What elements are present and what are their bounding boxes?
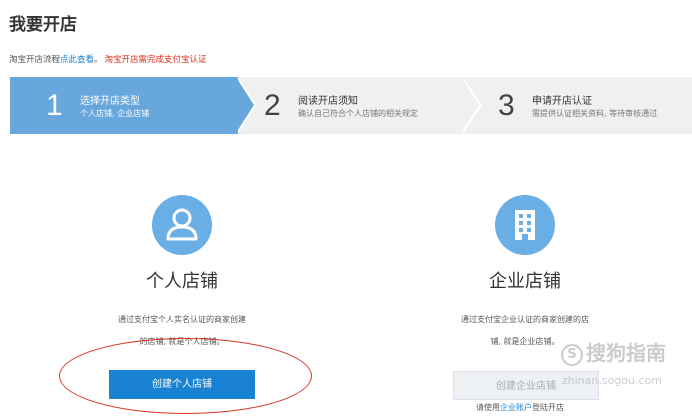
notice-suffix: 。: [94, 55, 103, 65]
step-3-desc: 需提供认证相关资料, 等待审核通过: [532, 109, 658, 118]
business-login-hint: 请使用企业账户登陆开店: [476, 402, 564, 413]
user-icon: [152, 195, 212, 255]
business-desc-line1: 通过支付宝企业认证的商家创建的店: [461, 315, 589, 324]
hint-prefix: 请使用: [476, 403, 500, 412]
business-account-link[interactable]: 企业账户: [500, 403, 532, 412]
step-2-number: 2: [264, 89, 281, 122]
sogou-logo-icon: S: [561, 343, 583, 366]
page-title: 我要开店: [9, 15, 77, 35]
step-1-desc: 个人店铺, 企业店铺: [80, 109, 150, 118]
step-2-desc: 确认自己符合个人店铺的相关规定: [298, 109, 418, 118]
highlight-annotation: [59, 338, 312, 414]
hint-suffix: 登陆开店: [532, 403, 564, 412]
watermark-brand: S 搜狗指南: [561, 337, 666, 366]
business-store-title: 企业店铺: [489, 271, 561, 292]
process-link[interactable]: 点此查看: [60, 55, 94, 65]
step-1-number: 1: [46, 89, 63, 122]
step-1-arrow: [236, 77, 254, 133]
personal-desc-line1: 通过支付宝个人实名认证的商家创建: [118, 315, 246, 324]
watermark-text: 搜狗指南: [586, 341, 666, 365]
notice-prefix: 淘宝开店流程: [9, 55, 61, 65]
step-3-title: 申请开店认证: [532, 96, 592, 107]
step-1-title: 选择开店类型: [80, 96, 140, 107]
step-2-arrow: [461, 77, 479, 133]
business-store-card: 企业店铺 通过支付宝企业认证的商家创建的店 铺, 就是企业店铺。: [430, 193, 620, 353]
step-progress: 1 选择开店类型 个人店铺, 企业店铺 2 阅读开店须知 确认自己符合个人店铺的…: [10, 77, 692, 134]
personal-store-title: 个人店铺: [146, 271, 218, 292]
warning-text: 淘宝开店需完成支付宝认证: [104, 55, 207, 65]
building-icon: [495, 195, 555, 255]
personal-store-card: 个人店铺 通过支付宝个人实名认证的商家创建 的店铺, 就是个人店铺。: [92, 193, 272, 353]
watermark-url: zhinan.sogou.com: [561, 374, 662, 387]
step-2-title: 阅读开店须知: [298, 96, 358, 107]
notice-bar: 淘宝开店流程点此查看。 淘宝开店需完成支付宝认证: [9, 53, 207, 65]
step-3: 3 申请开店认证 需提供认证相关资料, 等待审核通过: [463, 77, 692, 134]
step-2: 2 阅读开店须知 确认自己符合个人店铺的相关规定: [238, 77, 463, 134]
step-1: 1 选择开店类型 个人店铺, 企业店铺: [10, 77, 238, 134]
step-3-number: 3: [498, 89, 515, 122]
